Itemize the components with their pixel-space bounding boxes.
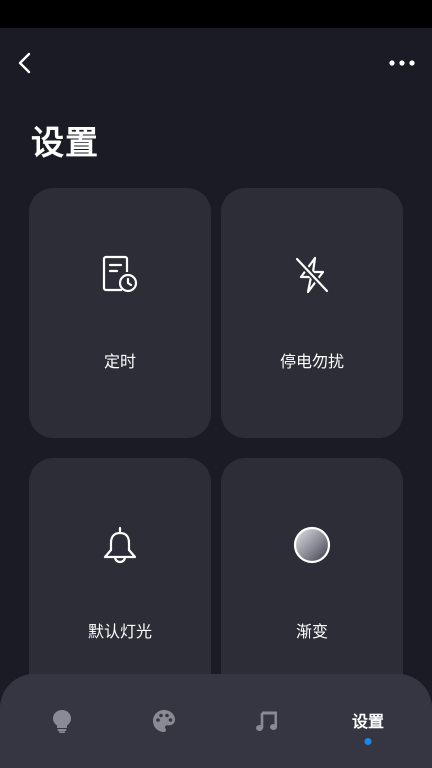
power-off-dnd-card[interactable]: 停电勿扰 xyxy=(221,188,403,438)
gradient-label: 渐变 xyxy=(295,622,328,641)
nav-item-settings[interactable]: 设置 xyxy=(314,674,422,768)
bell-icon xyxy=(99,524,141,566)
nav-item-color[interactable] xyxy=(110,674,218,768)
gradient-circle-icon xyxy=(291,524,333,566)
flash-off-icon xyxy=(291,254,333,296)
bottom-nav: 设置 xyxy=(0,674,432,768)
default-light-card[interactable]: 默认灯光 xyxy=(29,458,211,708)
nav-item-light[interactable] xyxy=(8,674,116,768)
back-button[interactable] xyxy=(10,48,40,78)
timer-label: 定时 xyxy=(103,352,136,371)
palette-icon xyxy=(153,710,175,732)
lightbulb-icon xyxy=(53,710,71,733)
active-indicator-dot xyxy=(364,738,372,745)
nav-settings-label: 设置 xyxy=(351,712,384,731)
more-dots-icon xyxy=(389,60,415,66)
power-off-dnd-label: 停电勿扰 xyxy=(279,352,344,371)
status-bar xyxy=(0,0,432,28)
more-options-button[interactable] xyxy=(386,48,418,78)
top-bar xyxy=(0,28,432,96)
page-title: 设置 xyxy=(31,123,99,162)
gradient-card[interactable]: 渐变 xyxy=(221,458,403,708)
timer-card[interactable]: 定时 xyxy=(29,188,211,438)
timer-doc-icon xyxy=(99,254,141,296)
music-icon xyxy=(256,711,277,731)
default-light-label: 默认灯光 xyxy=(87,622,152,641)
chevron-left-icon xyxy=(18,52,31,74)
nav-item-music[interactable] xyxy=(212,674,320,768)
